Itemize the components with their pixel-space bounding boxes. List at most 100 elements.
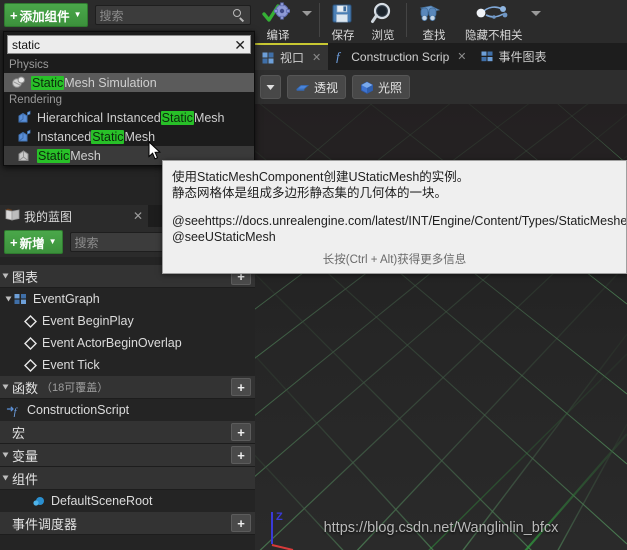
tab-viewport[interactable]: 视口 ✕ — [255, 43, 329, 70]
chevron-down-icon — [302, 11, 312, 16]
tree-item-defaultsceneroot[interactable]: DefaultSceneRoot — [0, 490, 255, 512]
tab-viewport-label: 视口 — [280, 51, 305, 65]
perspective-icon — [295, 81, 310, 93]
scene-root-icon — [32, 495, 46, 508]
event-node-icon — [24, 358, 37, 372]
hide-unrelated-button[interactable]: 隐藏不相关 — [458, 0, 530, 43]
viewport-panel: 透视 光照 Z https://blog.csdn.net/Wanglinlin… — [255, 70, 627, 550]
tooltip-line-4: @seeUStaticMesh — [172, 230, 276, 244]
dropdown-item-static-mesh-simulation[interactable]: Static Mesh Simulation — [4, 73, 254, 92]
tree-item-event-actorbeginoverlap[interactable]: Event ActorBeginOverlap — [0, 332, 255, 354]
dropdown-item-highlight: Static — [37, 148, 71, 163]
tree-section-variables[interactable]: 变量 + — [0, 444, 255, 467]
tree-section-label: 函数 — [12, 380, 39, 396]
function-f-icon: f — [335, 50, 346, 63]
tooltip-line-2: 静态网格体是组成多边形静态集的几何体的一块。 — [172, 186, 448, 200]
close-icon[interactable]: ✕ — [312, 51, 321, 64]
dropdown-item-highlight: Static — [160, 110, 194, 125]
dropdown-filter-value: static — [12, 37, 41, 52]
compile-label: 编译 — [266, 30, 290, 42]
dropdown-item-hierarchical-instanced-static-mesh[interactable]: Hierarchical Instanced Static Mesh — [4, 108, 254, 127]
component-tooltip: 使用StaticMeshComponent创建UStaticMesh的实例。 静… — [162, 160, 627, 274]
main-toolbar: 编译 保存 浏览 查找 隐藏不相关 — [255, 0, 627, 43]
save-label: 保存 — [331, 30, 355, 42]
svg-text:f: f — [336, 50, 342, 63]
compile-button[interactable]: 编译 — [255, 0, 301, 43]
hide-unrelated-icon — [472, 2, 516, 26]
add-macro-button[interactable]: + — [231, 423, 251, 441]
svg-text:f: f — [14, 406, 19, 417]
add-variable-button[interactable]: + — [231, 446, 251, 464]
tree-section-macros[interactable]: 宏 + — [0, 421, 255, 444]
graph-icon — [481, 51, 494, 63]
save-icon — [330, 2, 356, 26]
dropdown-item-prefix: Instanced — [37, 129, 92, 144]
toolbar-separator — [406, 3, 407, 37]
tab-construction-script[interactable]: f Construction Scrip ✕ — [328, 43, 474, 70]
viewport-icon — [262, 52, 275, 64]
tree-item-event-beginplay[interactable]: Event BeginPlay — [0, 310, 255, 332]
left-panel-column: + 添加组件 ▼ 搜索 static ✕ Physics Static Mesh… — [0, 0, 255, 550]
tab-event-graph[interactable]: 事件图表 — [473, 43, 554, 70]
chevron-down-icon: ▼ — [73, 10, 82, 19]
tree-item-event-tick[interactable]: Event Tick — [0, 354, 255, 376]
chevron-down-icon: ▼ — [48, 237, 57, 246]
dropdown-filter-input[interactable]: static ✕ — [7, 35, 251, 54]
toolbar-separator — [319, 3, 320, 37]
chevron-down-icon — [530, 11, 541, 16]
event-node-icon — [24, 336, 37, 350]
lit-cube-icon — [360, 81, 374, 94]
add-new-button[interactable]: + 新增 ▼ — [4, 230, 63, 254]
document-tab-strip: 视口 ✕ f Construction Scrip ✕ 事件图表 — [255, 43, 627, 70]
static-mesh-icon — [16, 148, 33, 163]
browse-button[interactable]: 浏览 — [363, 0, 403, 43]
book-icon — [5, 208, 20, 224]
browse-icon — [370, 2, 396, 26]
component-search-input[interactable]: 搜索 — [94, 5, 251, 25]
event-node-icon — [24, 314, 37, 328]
tree-item-label: EventGraph — [33, 292, 100, 306]
tree-item-constructionscript[interactable]: f ConstructionScript — [0, 399, 255, 421]
chevron-down-icon — [2, 273, 9, 279]
viewport-lit-button[interactable]: 光照 — [352, 75, 411, 99]
dropdown-category-rendering: Rendering — [4, 92, 254, 108]
add-event-dispatcher-button[interactable]: + — [231, 514, 251, 532]
viewport-watermark: https://blog.csdn.net/Wanglinlin_bfcx — [323, 520, 559, 536]
chevron-down-icon — [2, 452, 9, 458]
dropdown-item-suffix: Mesh — [70, 148, 101, 163]
close-icon[interactable]: ✕ — [234, 38, 246, 52]
tree-section-functions[interactable]: 函数 （18可覆盖） + — [0, 376, 255, 399]
close-icon[interactable]: ✕ — [457, 50, 466, 63]
viewport-options-menu-button[interactable] — [260, 75, 281, 99]
tree-item-label: Event BeginPlay — [42, 314, 134, 328]
viewport-perspective-label: 透视 — [314, 80, 339, 95]
find-icon — [417, 2, 451, 26]
find-label: 查找 — [422, 30, 446, 42]
dropdown-item-highlight: Static — [91, 129, 125, 144]
hide-unrelated-label: 隐藏不相关 — [465, 30, 523, 42]
add-function-button[interactable]: + — [231, 378, 251, 396]
find-button[interactable]: 查找 — [410, 0, 458, 43]
tree-section-components[interactable]: 组件 — [0, 467, 255, 490]
add-component-button[interactable]: + 添加组件 ▼ — [4, 3, 88, 27]
dropdown-item-prefix: Hierarchical Instanced — [37, 110, 161, 125]
dropdown-item-instanced-static-mesh[interactable]: Instanced Static Mesh — [4, 127, 254, 146]
tree-item-eventgraph[interactable]: EventGraph — [0, 288, 255, 310]
chevron-down-icon — [2, 475, 9, 481]
close-icon[interactable]: ✕ — [133, 209, 143, 223]
tree-item-label: ConstructionScript — [27, 403, 130, 417]
tab-construction-script-label: Construction Scrip — [351, 49, 450, 64]
right-editor-column: 编译 保存 浏览 查找 隐藏不相关 视口 ✕ f Construction Sc… — [255, 0, 627, 550]
chevron-down-icon — [5, 296, 12, 302]
tooltip-hint: 长按(Ctrl + Alt)获得更多信息 — [322, 254, 467, 266]
viewport-perspective-button[interactable]: 透视 — [287, 75, 347, 99]
add-new-label: 新增 — [19, 236, 45, 251]
tree-section-count: （18可覆盖） — [41, 382, 109, 394]
tree-section-event-dispatchers[interactable]: 事件调度器 + — [0, 512, 255, 535]
graph-icon — [14, 293, 28, 305]
plus-icon: + — [10, 7, 18, 23]
tab-my-blueprint[interactable]: 我的蓝图 ✕ — [0, 205, 148, 227]
browse-label: 浏览 — [371, 30, 395, 42]
save-button[interactable]: 保存 — [323, 0, 363, 43]
plus-icon: + — [10, 234, 18, 250]
